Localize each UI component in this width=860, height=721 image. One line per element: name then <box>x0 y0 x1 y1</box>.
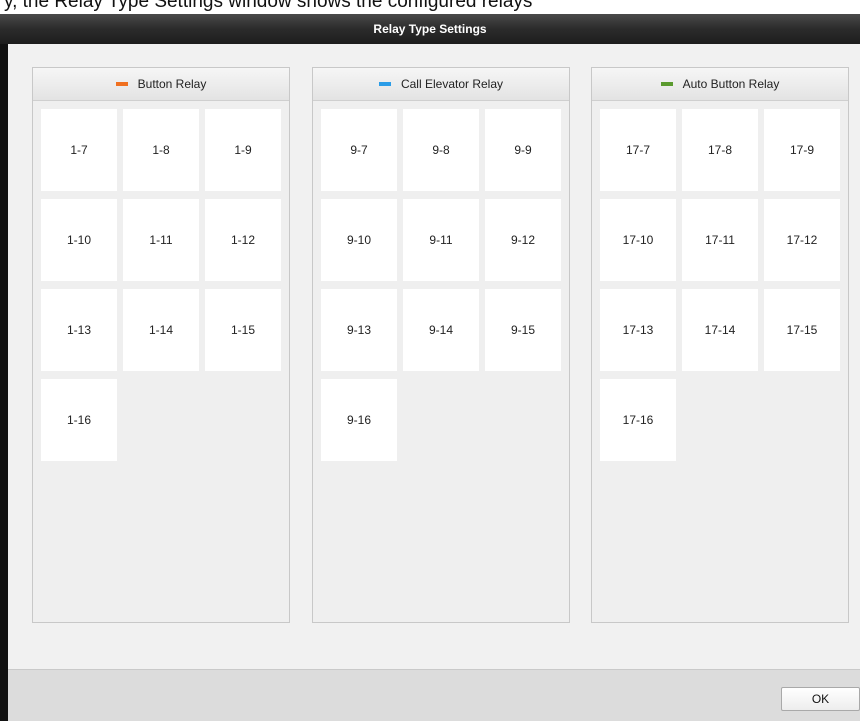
relay-tile-grid: 17-7 17-8 17-9 17-10 17-11 17-12 17-13 17-14 17-… <box>592 101 848 461</box>
relay-tile-grid: 9-7 9-8 9-9 9-10 9-11 9-12 9-13 9-14 9-15 9-16 <box>313 101 569 461</box>
relay-tile[interactable]: 17-13 <box>600 289 676 371</box>
button-relay-panel: Button Relay 1-7 1-8 1-9 1-10 1-11 1-12 1-13 1-… <box>32 67 290 623</box>
relay-tile[interactable]: 17-15 <box>764 289 840 371</box>
dialog-title-bar[interactable]: Relay Type Settings <box>0 14 860 44</box>
relay-tile[interactable]: 17-8 <box>682 109 758 191</box>
relay-tile[interactable]: 17-11 <box>682 199 758 281</box>
relay-tile[interactable]: 9-8 <box>403 109 479 191</box>
panel-title: Button Relay <box>137 77 207 91</box>
relay-tile[interactable]: 9-7 <box>321 109 397 191</box>
relay-tile[interactable]: 17-10 <box>600 199 676 281</box>
relay-tile[interactable]: 17-9 <box>764 109 840 191</box>
relay-tile[interactable]: 17-12 <box>764 199 840 281</box>
panel-header: Auto Button Relay <box>592 68 848 101</box>
auto-button-relay-panel: Auto Button Relay 17-7 17-8 17-9 17-10 17-11… <box>591 67 849 623</box>
relay-tile[interactable]: 1-15 <box>205 289 281 371</box>
call-elevator-relay-color-swatch <box>378 82 391 86</box>
ok-button[interactable]: OK <box>781 687 860 711</box>
button-relay-color-swatch <box>115 82 128 86</box>
relay-tile[interactable]: 9-10 <box>321 199 397 281</box>
relay-tile[interactable]: 1-14 <box>123 289 199 371</box>
call-elevator-relay-panel: Call Elevator Relay 9-7 9-8 9-9 9-10 9-11 9-1… <box>312 67 570 623</box>
window-left-edge <box>0 44 8 721</box>
dialog-title: Relay Type Settings <box>373 22 487 36</box>
relay-tile[interactable]: 9-14 <box>403 289 479 371</box>
auto-button-relay-color-swatch <box>660 82 673 86</box>
dialog-content: Button Relay 1-7 1-8 1-9 1-10 1-11 1-12 1-13 1-… <box>8 44 860 669</box>
relay-tile[interactable]: 1-10 <box>41 199 117 281</box>
relay-tile[interactable]: 1-9 <box>205 109 281 191</box>
panel-title: Auto Button Relay <box>682 77 780 91</box>
relay-tile[interactable]: 9-12 <box>485 199 561 281</box>
panel-header: Call Elevator Relay <box>313 68 569 101</box>
relay-tile[interactable]: 9-13 <box>321 289 397 371</box>
relay-tile[interactable]: 17-16 <box>600 379 676 461</box>
relay-type-settings-dialog: Relay Type Settings Button Relay 1-7 1-8 1… <box>0 14 860 721</box>
relay-tile[interactable]: 1-12 <box>205 199 281 281</box>
relay-tile[interactable]: 9-9 <box>485 109 561 191</box>
relay-tile[interactable]: 17-14 <box>682 289 758 371</box>
dialog-footer: OK <box>8 669 860 721</box>
relay-tile[interactable]: 1-16 <box>41 379 117 461</box>
panel-header: Button Relay <box>33 68 289 101</box>
relay-tile[interactable]: 9-15 <box>485 289 561 371</box>
relay-tile[interactable]: 9-16 <box>321 379 397 461</box>
relay-tile[interactable]: 1-7 <box>41 109 117 191</box>
relay-tile[interactable]: 9-11 <box>403 199 479 281</box>
relay-tile[interactable]: 1-8 <box>123 109 199 191</box>
relay-tile[interactable]: 1-11 <box>123 199 199 281</box>
relay-tile[interactable]: 17-7 <box>600 109 676 191</box>
relay-tile-grid: 1-7 1-8 1-9 1-10 1-11 1-12 1-13 1-14 1-15 1-16 <box>33 101 289 461</box>
background-caption: y, the Relay Type Settings window shows … <box>4 0 533 12</box>
relay-tile[interactable]: 1-13 <box>41 289 117 371</box>
panel-title: Call Elevator Relay <box>400 77 504 91</box>
